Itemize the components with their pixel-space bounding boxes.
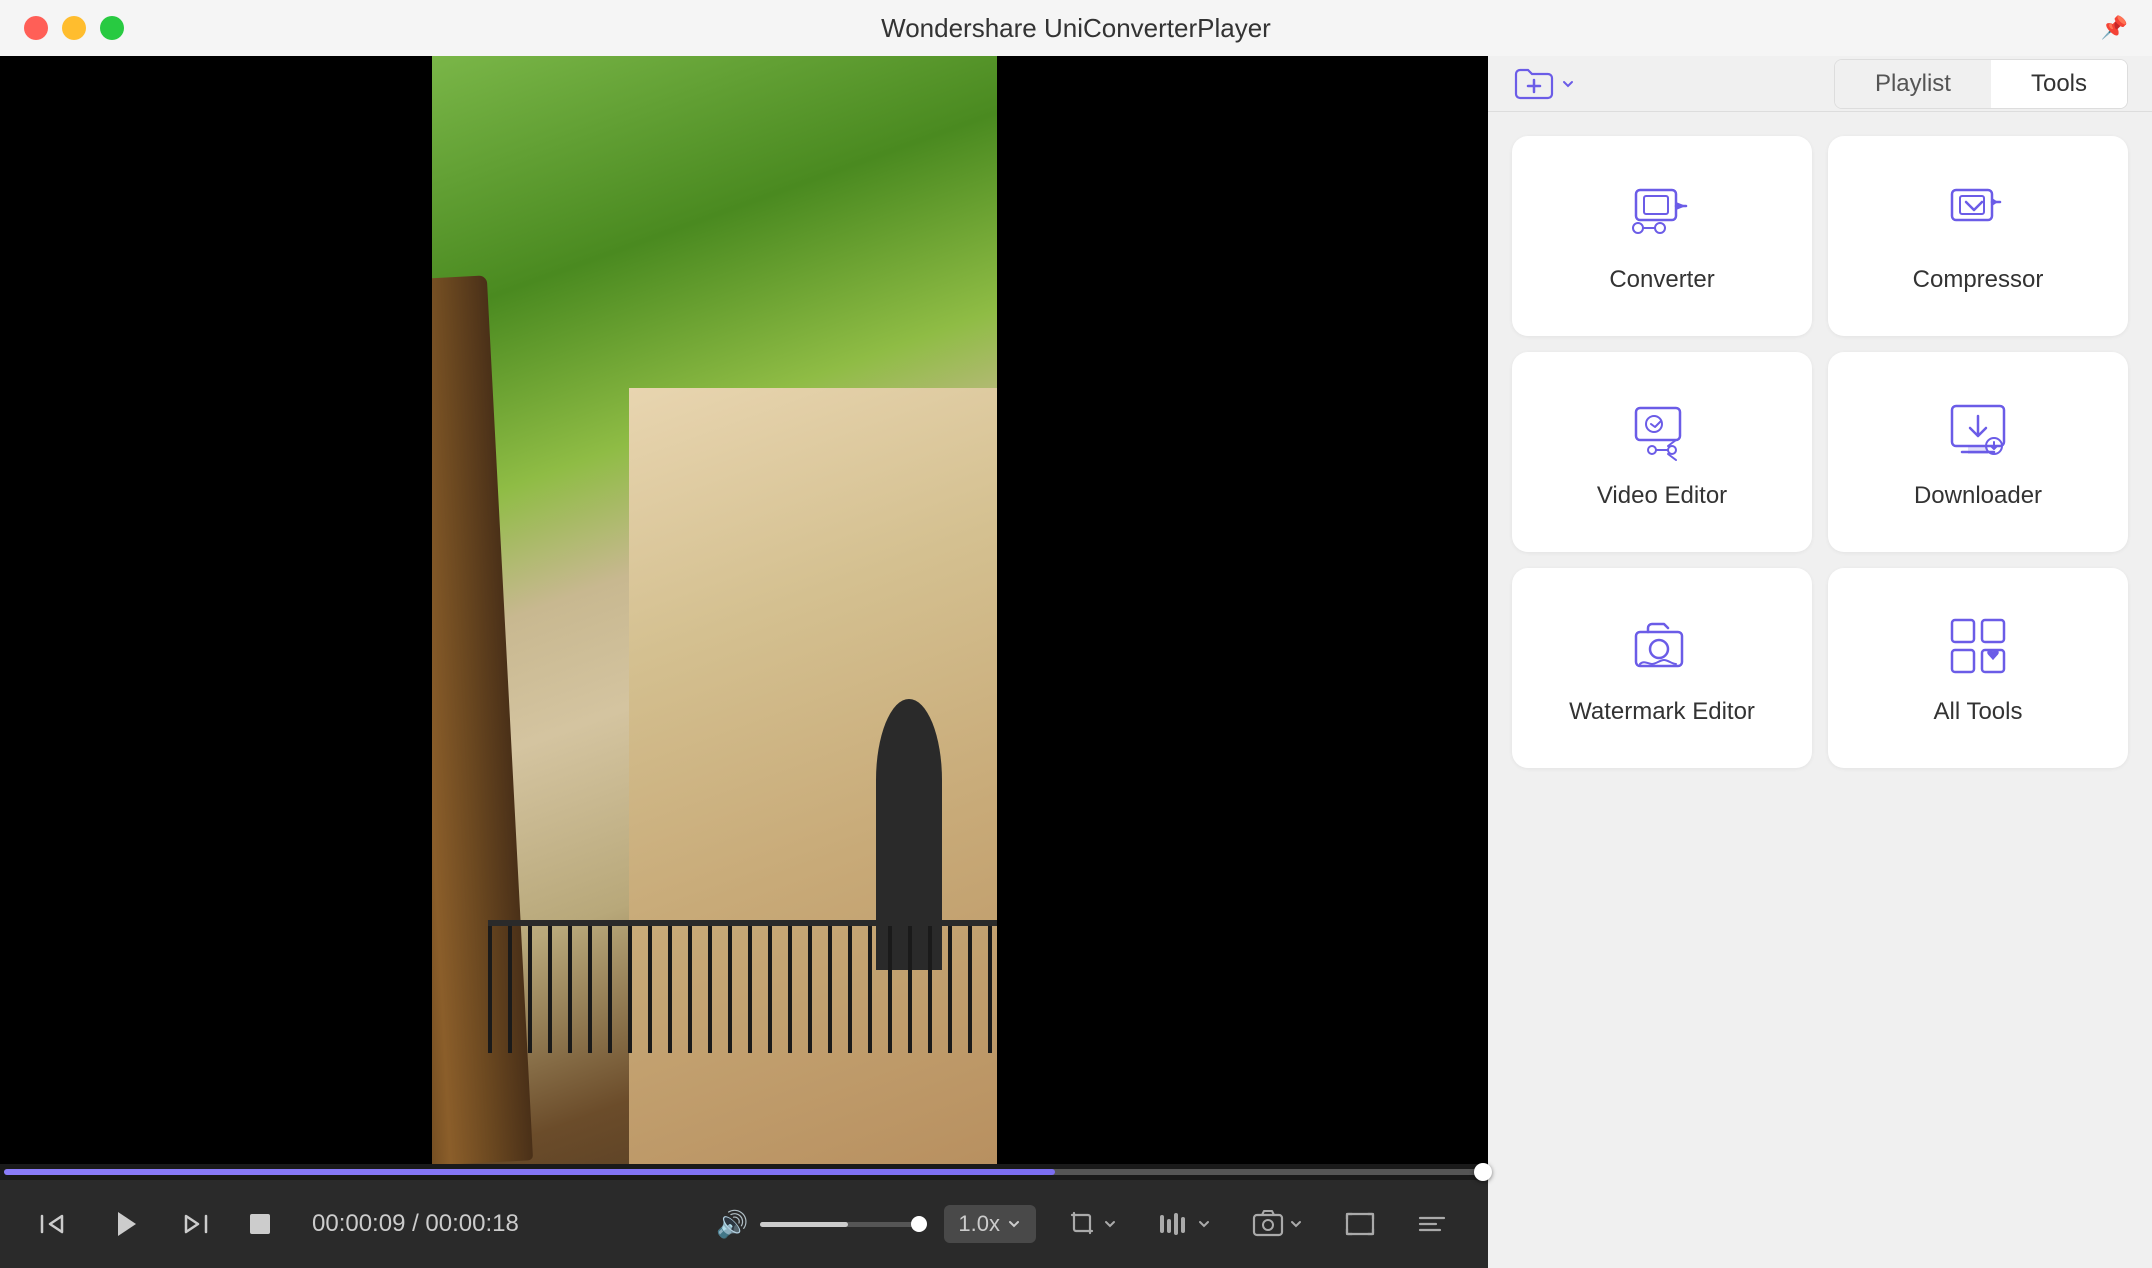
- volume-area: 🔊: [716, 1209, 920, 1240]
- speed-label: 1.0x: [958, 1211, 1000, 1237]
- tab-buttons: Playlist Tools: [1834, 59, 2128, 109]
- volume-track[interactable]: [760, 1222, 920, 1227]
- play-button[interactable]: [96, 1196, 152, 1252]
- converter-label: Converter: [1609, 266, 1714, 294]
- skip-back-button[interactable]: [32, 1204, 72, 1244]
- tool-card-all-tools[interactable]: All Tools: [1828, 568, 2128, 768]
- video-frame: [0, 56, 1488, 1164]
- tools-grid: Converter Compressor: [1488, 112, 2152, 1268]
- audio-levels-button[interactable]: [1150, 1205, 1220, 1243]
- volume-thumb[interactable]: [911, 1216, 927, 1232]
- compressor-label: Compressor: [1913, 266, 2044, 294]
- railing: [488, 920, 997, 1053]
- progress-track[interactable]: [4, 1169, 1484, 1175]
- volume-fill: [760, 1222, 848, 1227]
- converter-icon: [1626, 178, 1698, 250]
- speed-button[interactable]: 1.0x: [944, 1205, 1036, 1243]
- time-display: 00:00:09 / 00:00:18: [312, 1210, 519, 1238]
- controls-bar: 00:00:09 / 00:00:18 🔊 1.0x: [0, 1180, 1488, 1268]
- all-tools-label: All Tools: [1934, 698, 2023, 726]
- tab-playlist[interactable]: Playlist: [1835, 60, 1991, 108]
- black-left: [0, 56, 432, 1164]
- window-title: Wondershare UniConverterPlayer: [881, 13, 1271, 44]
- screenshot-button[interactable]: [1244, 1206, 1312, 1242]
- stop-button[interactable]: [240, 1204, 280, 1244]
- progress-area[interactable]: [0, 1164, 1488, 1180]
- right-panel: Playlist Tools: [1488, 56, 2152, 1268]
- panel-header: Playlist Tools: [1488, 56, 2152, 112]
- tab-tools[interactable]: Tools: [1991, 60, 2127, 108]
- tool-card-watermark-editor[interactable]: Watermark Editor: [1512, 568, 1812, 768]
- playlist-toggle-button[interactable]: [1408, 1206, 1456, 1242]
- minimize-button[interactable]: [62, 16, 86, 40]
- skip-forward-button[interactable]: [176, 1204, 216, 1244]
- video-editor-icon: [1626, 394, 1698, 466]
- close-button[interactable]: [24, 16, 48, 40]
- window-controls: [24, 16, 124, 40]
- video-area: 00:00:09 / 00:00:18 🔊 1.0x: [0, 56, 1488, 1268]
- pin-icon: 📌: [2101, 15, 2128, 41]
- tool-card-downloader[interactable]: Downloader: [1828, 352, 2128, 552]
- main-content: 00:00:09 / 00:00:18 🔊 1.0x: [0, 56, 2152, 1268]
- titlebar: Wondershare UniConverterPlayer 📌: [0, 0, 2152, 56]
- all-tools-icon: [1942, 610, 2014, 682]
- fullscreen-button[interactable]: [1336, 1206, 1384, 1242]
- add-media-button[interactable]: [1512, 62, 1576, 106]
- progress-fill: [4, 1169, 1055, 1175]
- compressor-icon: [1942, 178, 2014, 250]
- downloader-label: Downloader: [1914, 482, 2042, 510]
- downloader-icon: [1942, 394, 2014, 466]
- video-editor-label: Video Editor: [1597, 482, 1727, 510]
- black-right: [997, 56, 1488, 1164]
- watermark-label: Watermark Editor: [1569, 698, 1755, 726]
- crop-tool-button[interactable]: [1060, 1205, 1126, 1243]
- maximize-button[interactable]: [100, 16, 124, 40]
- tool-card-video-editor[interactable]: Video Editor: [1512, 352, 1812, 552]
- video-scene: [432, 56, 997, 1164]
- tool-card-converter[interactable]: Converter: [1512, 136, 1812, 336]
- video-player[interactable]: [0, 56, 1488, 1164]
- volume-icon: 🔊: [716, 1209, 748, 1240]
- tool-card-compressor[interactable]: Compressor: [1828, 136, 2128, 336]
- watermark-icon: [1626, 610, 1698, 682]
- progress-thumb[interactable]: [1474, 1163, 1492, 1181]
